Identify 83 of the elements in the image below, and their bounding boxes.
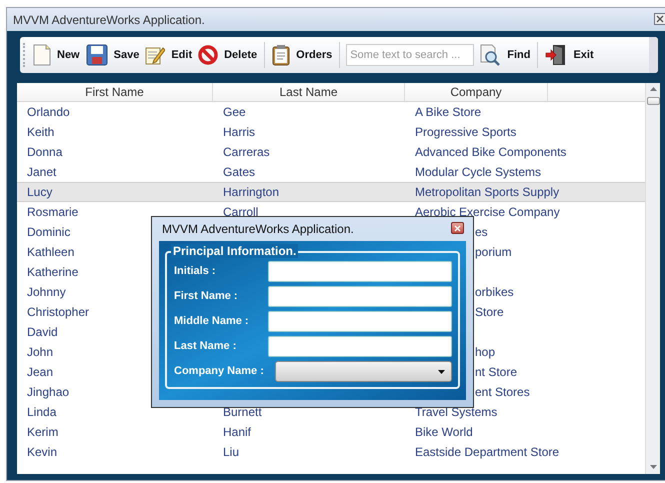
table-cell: Linda [27,405,56,419]
table-cell: Jean [27,365,54,379]
table-cell: orbikes [475,285,514,299]
table-cell: Kevin [27,445,58,459]
scrollbar[interactable] [645,83,660,474]
dropdown[interactable] [274,361,452,382]
table-cell: Kathleen [27,245,74,259]
notepad-pencil-icon [145,45,166,65]
door-arrow-icon [545,44,568,66]
table-cell: Harris [223,125,255,139]
table-cell: David [27,325,58,339]
table-cell: Advanced Bike Components [415,145,566,159]
input-field[interactable] [268,311,452,332]
table-cell: Modular Cycle Systems [415,165,542,179]
table-cell: Orlando [27,105,70,119]
table-cell: Gates [223,165,256,179]
table-cell: Jinghao [27,385,70,399]
field-label: Initials : [174,264,217,280]
field-label: Middle Name : [174,314,250,330]
table-cell: Aerobic Exercise Company [415,205,560,219]
no-entry-icon [198,45,218,65]
orders-button[interactable]: Orders [269,41,336,69]
close-icon [656,15,664,23]
table-cell: Donna [27,145,62,159]
table-cell: Kerim [27,425,58,439]
table-cell: Bike World [415,425,473,439]
window-title: MVVM AdventureWorks Application. [13,12,205,28]
column-header[interactable]: First Name [17,83,213,101]
scroll-down-icon[interactable] [650,465,656,469]
table-cell: nt Store [475,365,518,379]
close-icon [454,224,461,232]
table-cell: Dominic [27,225,70,239]
table-cell: John [27,345,54,359]
field-label: Company Name : [174,364,265,380]
table-cell: Harrington [223,185,280,199]
column-header[interactable]: Company [405,83,548,101]
table-cell: Johnny [27,285,66,299]
table-cell: Lucy [27,185,52,199]
dialog-title: MVVM AdventureWorks Application. [162,221,354,238]
table-cell: Rosmarie [27,205,78,219]
field-label: First Name : [174,289,239,304]
caret-icon [438,370,445,374]
group-title: Principal Information. [171,244,298,258]
delete-button[interactable]: Delete [195,41,260,69]
table-cell: Store [475,305,504,319]
table-cell: es [475,225,488,239]
table-cell: Eastside Department Store [415,445,560,459]
save-button[interactable]: Save [82,41,142,69]
table-cell: porium [475,245,512,259]
table-cell: Liu [223,445,240,459]
table-cell: ent Stores [475,385,530,399]
input-field[interactable] [268,261,452,282]
scroll-up-icon[interactable] [650,87,656,91]
table-cell: Progressive Sports [415,125,516,139]
clipboard-icon [272,44,290,66]
table-cell: Burnett [223,405,262,419]
table-cell: Carreras [223,145,270,159]
table-cell: hop [475,345,496,359]
new-button[interactable]: New [30,41,83,69]
field-label: Last Name : [174,339,238,354]
close-button[interactable] [451,222,464,234]
table-cell: Carroll [223,205,258,219]
table-cell: Metropolitan Sports Supply [415,185,560,199]
table-cell: Janet [27,165,56,179]
column-header[interactable]: Last Name [213,83,405,101]
edit-button[interactable]: Edit [142,41,196,69]
table-cell: Gee [223,105,246,119]
selected-row[interactable]: Lucy Harrington Metropolitan Sports Supply [17,182,645,202]
page-icon [33,44,51,66]
input-field[interactable] [268,336,452,357]
close-button[interactable] [654,13,665,25]
table-cell: Christopher [27,305,90,319]
table-cell: A Bike Store [415,105,482,119]
table-cell: Katherine [27,265,78,279]
table-cell: Keith [27,125,54,139]
magnifier-page-icon [479,44,502,66]
exit-button[interactable]: Exit [542,41,597,69]
search-field[interactable]: Some text to search ... [346,44,474,66]
table-cell: Travel Systems [415,405,498,419]
table-cell: Hanif [223,425,252,439]
input-field[interactable] [268,286,452,307]
scroll-thumb[interactable] [646,97,660,105]
find-button[interactable]: Find [476,41,534,69]
